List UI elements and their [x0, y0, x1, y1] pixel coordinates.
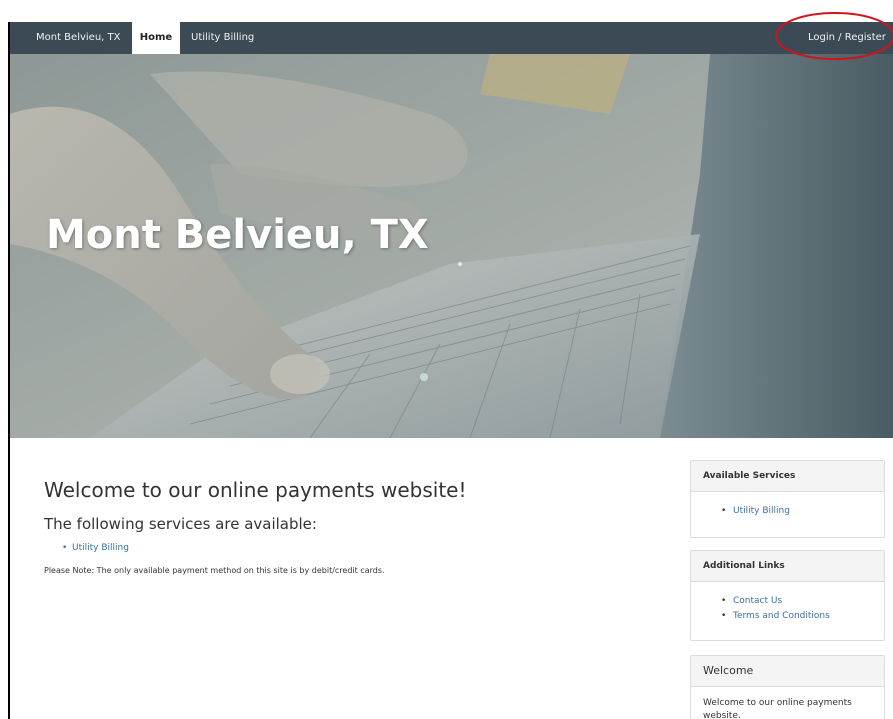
- hero-banner: Mont Belvieu, TX: [10, 54, 893, 438]
- additional-links-panel: Additional Links Contact Us Terms and Co…: [690, 550, 885, 641]
- sidebar-link-terms-and-conditions[interactable]: Terms and Conditions: [703, 609, 874, 624]
- welcome-text: Welcome to our online payments website.: [703, 698, 852, 719]
- service-link-utility-billing[interactable]: Utility Billing: [44, 541, 129, 555]
- services-list: Utility Billing: [44, 541, 129, 555]
- sidebar-link-utility-billing[interactable]: Utility Billing: [703, 504, 874, 519]
- available-services-title: Available Services: [691, 461, 884, 492]
- page: Mont Belvieu, TX Home Utility Billing Lo…: [0, 0, 893, 719]
- available-services-list: Utility Billing: [703, 504, 874, 519]
- sidebar-link-contact-us[interactable]: Contact Us: [703, 594, 874, 609]
- payment-method-note: Please Note: The only available payment …: [44, 566, 385, 575]
- additional-links-list: Contact Us Terms and Conditions: [703, 594, 874, 624]
- login-register-link[interactable]: Login / Register: [808, 22, 886, 54]
- nav-utility-billing-link[interactable]: Utility Billing: [191, 22, 254, 54]
- welcome-title: Welcome: [691, 656, 884, 687]
- welcome-panel: Welcome Welcome to our online payments w…: [690, 655, 885, 719]
- hero-title: Mont Belvieu, TX: [46, 212, 429, 258]
- nav-home-tab[interactable]: Home: [132, 22, 180, 54]
- available-services-panel: Available Services Utility Billing: [690, 460, 885, 538]
- page-heading: Welcome to our online payments website!: [44, 478, 467, 502]
- nav-brand-link[interactable]: Mont Belvieu, TX: [36, 22, 120, 54]
- services-subheading: The following services are available:: [44, 515, 317, 533]
- top-navbar: Mont Belvieu, TX Home Utility Billing Lo…: [10, 22, 893, 54]
- additional-links-title: Additional Links: [691, 551, 884, 582]
